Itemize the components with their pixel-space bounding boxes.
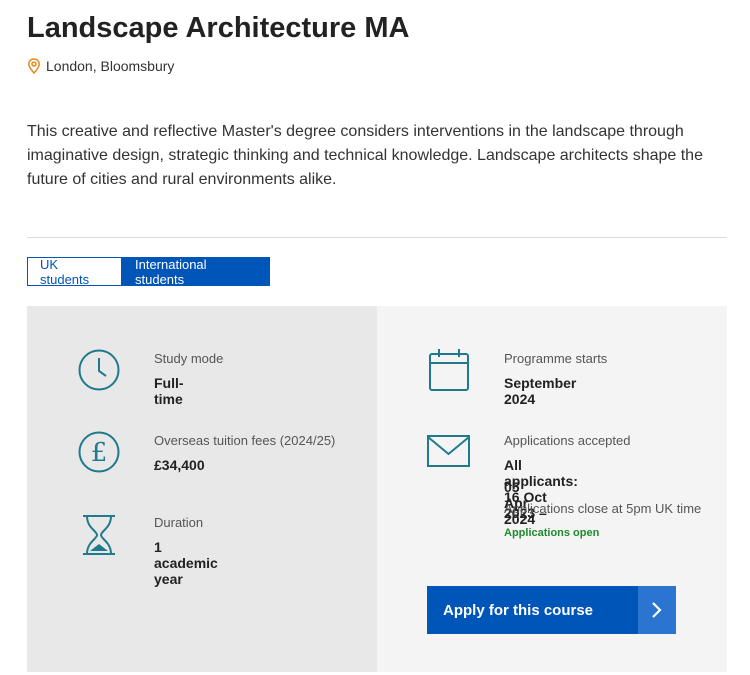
applications-close-note: Applications close at 5pm UK time: [504, 501, 702, 516]
fees-label: Overseas tuition fees (2024/25): [154, 433, 336, 448]
programme-starts-label: Programme starts: [504, 351, 608, 366]
tab-uk-students[interactable]: UK students: [27, 257, 122, 287]
student-type-tabs: UK students International students: [27, 257, 270, 287]
course-location: London, Bloomsbury: [27, 58, 174, 74]
duration-value: 1 academic year: [154, 539, 218, 587]
chevron-right-icon: [638, 586, 676, 634]
course-intro: This creative and reflective Master's de…: [27, 123, 703, 188]
key-info-right-column: Programme starts September 2024 Applicat…: [377, 306, 727, 672]
divider: [27, 237, 727, 238]
course-key-info-panel: Study mode Full-time £ Overseas tuition …: [27, 306, 727, 672]
location-text: London, Bloomsbury: [46, 58, 175, 74]
tab-international-students[interactable]: International students: [122, 257, 270, 287]
programme-starts-value: September 2024: [504, 375, 577, 407]
study-mode-label: Study mode: [154, 351, 224, 366]
duration-label: Duration: [154, 515, 204, 530]
page-title: Landscape Architecture MA: [27, 12, 410, 44]
study-mode-value: Full-time: [154, 375, 184, 407]
clock-icon: [78, 349, 120, 391]
hourglass-icon: [83, 515, 115, 555]
apply-button[interactable]: Apply for this course: [427, 586, 676, 634]
pound-icon: £: [78, 431, 120, 473]
svg-text:£: £: [91, 438, 108, 468]
envelope-icon: [427, 435, 470, 467]
apply-button-label: Apply for this course: [443, 601, 594, 619]
applications-label: Applications accepted: [504, 433, 631, 448]
fees-value: £34,400: [154, 457, 205, 473]
key-info-left-column: Study mode Full-time £ Overseas tuition …: [27, 306, 377, 672]
calendar-icon: [429, 349, 469, 391]
applications-status-badge: Applications open: [504, 527, 600, 539]
location-pin-icon: [28, 58, 40, 74]
